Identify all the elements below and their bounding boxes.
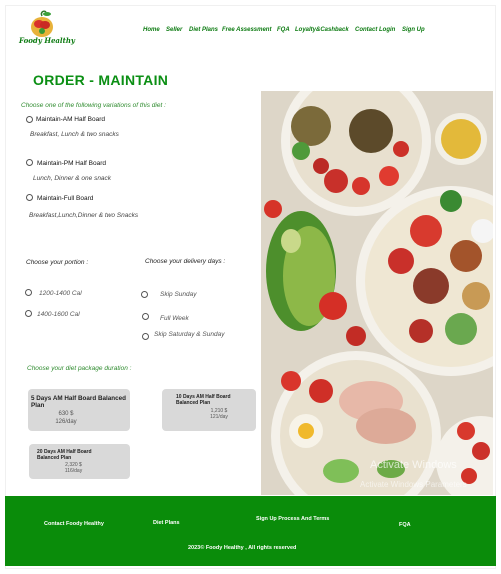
footer-fqa-link[interactable]: FQA xyxy=(399,522,411,528)
portion-radio-1400[interactable] xyxy=(25,310,32,317)
variation-desc-am: Breakfast, Lunch & two snacks xyxy=(30,131,119,138)
delivery-option-skip-weekend: Skip Saturday & Sunday xyxy=(154,331,225,338)
footer-diet-plans-link[interactable]: Diet Plans xyxy=(153,520,180,526)
variation-title-full: Maintain-Full Board xyxy=(37,195,94,202)
delivery-option-full-week: Full Week xyxy=(160,315,189,322)
plan-name: 10 Days AM Half Board Balanced Plan xyxy=(176,394,231,406)
delivery-radio-full-week[interactable] xyxy=(142,313,149,320)
plan-card-20-days[interactable]: 20 Days AM Half Board Balanced Plan 2,32… xyxy=(29,444,130,479)
page-title: ORDER - MAINTAIN xyxy=(33,72,169,88)
nav-loyalty-cashback[interactable]: Loyalty&Cashback xyxy=(295,27,349,33)
plan-name: 20 Days AM Half Board Balanced Plan xyxy=(37,449,92,461)
plan-price: 630 $ xyxy=(58,411,74,417)
delivery-option-skip-sunday: Skip Sunday xyxy=(160,291,197,298)
plan-card-5-days[interactable]: 5 Days AM Half Board Balanced Plan 630 $… xyxy=(28,389,130,431)
plan-per-day: 126/day xyxy=(55,419,77,425)
nav-sign-up[interactable]: Sign Up xyxy=(402,27,425,33)
food-bowls-image xyxy=(261,91,493,495)
footer-contact-link[interactable]: Contact Foody Healthy xyxy=(44,521,104,527)
variation-desc-pm: Lunch, Dinner & one snack xyxy=(33,175,112,182)
windows-watermark-sub: Activate Windows Parameters xyxy=(360,480,467,489)
nav-fqa[interactable]: FQA xyxy=(277,27,290,33)
variation-desc-full: Breakfast,Lunch,Dinner & two Snacks xyxy=(29,212,139,219)
logo-text: Foody Healthy xyxy=(19,36,75,45)
nav-seller[interactable]: Seller xyxy=(166,27,182,33)
nav-free-assessment[interactable]: Free Assessment xyxy=(222,27,271,33)
plan-card-10-days[interactable]: 10 Days AM Half Board Balanced Plan 1,21… xyxy=(162,389,256,431)
plan-per-day: 116/day xyxy=(64,468,83,474)
portion-label: Choose your portion : xyxy=(26,259,89,266)
delivery-label: Choose your delivery days : xyxy=(145,258,226,265)
site-footer: Contact Foody Healthy Diet Plans Sign Up… xyxy=(5,496,496,566)
delivery-radio-skip-weekend[interactable] xyxy=(142,333,149,340)
footer-signup-terms-link[interactable]: Sign Up Process And Terms xyxy=(256,516,329,522)
delivery-radio-skip-sunday[interactable] xyxy=(141,291,148,298)
variation-radio-pm[interactable] xyxy=(26,159,33,166)
portion-option-1400: 1400-1600 Cal xyxy=(37,311,80,318)
footer-copyright: 2023© Foody Healthy , All rights reserve… xyxy=(188,545,297,551)
variation-radio-full[interactable] xyxy=(26,194,33,201)
variations-label: Choose one of the following variations o… xyxy=(21,102,166,109)
variation-radio-am[interactable] xyxy=(26,116,33,123)
plan-per-day: 121/day xyxy=(210,414,228,420)
variation-title-pm: Maintain-PM Half Board xyxy=(37,160,106,167)
variation-title-am: Maintain-AM Half Board xyxy=(36,116,105,123)
windows-watermark: Activate Windows xyxy=(370,459,457,471)
nav-contact-login[interactable]: Contact Login xyxy=(355,27,395,33)
portion-option-1200: 1200-1400 Cal xyxy=(39,290,82,297)
duration-label: Choose your diet package duration : xyxy=(27,365,132,372)
plan-name: 5 Days AM Half Board Balanced Plan xyxy=(31,395,126,409)
nav-home[interactable]: Home xyxy=(143,27,160,33)
nav-diet-plans[interactable]: Diet Plans xyxy=(189,27,218,33)
portion-radio-1200[interactable] xyxy=(25,289,32,296)
